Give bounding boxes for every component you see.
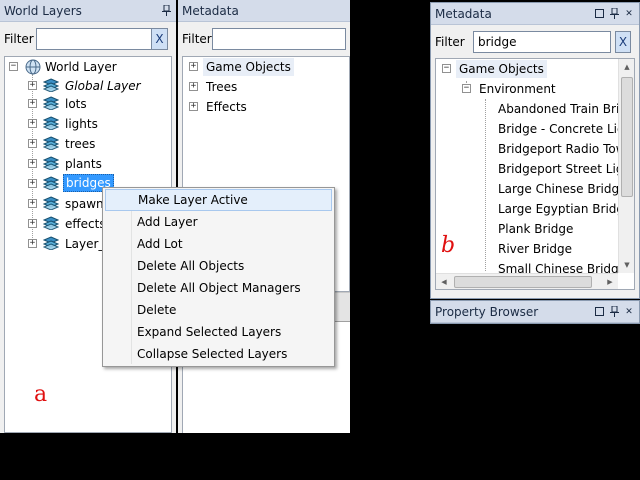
expand-icon[interactable]: + bbox=[28, 179, 37, 188]
expand-icon[interactable]: + bbox=[28, 99, 37, 108]
menu-item-delete-all-object-managers[interactable]: Delete All Object Managers bbox=[105, 277, 332, 299]
world-layers-clear-button[interactable]: X bbox=[152, 28, 168, 50]
metadata-right-title: Metadata bbox=[435, 6, 492, 21]
maximize-icon[interactable] bbox=[593, 8, 605, 20]
close-icon[interactable]: ✕ bbox=[623, 306, 635, 318]
tree-node-large-egyptian-bridge[interactable]: Large Egyptian Bridge bbox=[498, 200, 631, 218]
filter-label: Filter bbox=[4, 32, 34, 46]
horizontal-scrollbar[interactable]: ◀ ▶ bbox=[436, 273, 618, 289]
layers-icon bbox=[42, 96, 60, 111]
world-layers-filter-row: Filter X bbox=[0, 24, 176, 54]
scroll-hthumb[interactable] bbox=[454, 276, 592, 288]
tree-node-global-layer[interactable]: Global Layer bbox=[65, 77, 141, 95]
layers-icon bbox=[42, 136, 60, 151]
property-browser-titlebar: Property Browser ✕ bbox=[431, 301, 639, 323]
menu-item-add-layer[interactable]: Add Layer bbox=[105, 211, 332, 233]
tree-node-abandoned-train-bridge[interactable]: Abandoned Train Bridg bbox=[498, 100, 634, 118]
tree-node-environment[interactable]: Environment bbox=[479, 80, 556, 98]
pin-icon[interactable] bbox=[608, 306, 620, 318]
tree-node-game-objects[interactable]: Game Objects bbox=[456, 60, 547, 78]
annotation-a: a bbox=[34, 382, 48, 407]
metadata-right-filter-row: Filter X bbox=[431, 27, 639, 57]
expand-icon[interactable]: + bbox=[189, 82, 198, 91]
close-icon[interactable]: ✕ bbox=[623, 8, 635, 20]
menu-item-add-lot[interactable]: Add Lot bbox=[105, 233, 332, 255]
world-layers-title: World Layers bbox=[4, 3, 82, 18]
menu-item-delete-all-objects[interactable]: Delete All Objects bbox=[105, 255, 332, 277]
tree-node-bridge-concrete-light[interactable]: Bridge - Concrete Ligh bbox=[498, 120, 632, 138]
tree-node-bridgeport-street-light[interactable]: Bridgeport Street Light bbox=[498, 160, 634, 178]
filter-label: Filter bbox=[435, 35, 465, 49]
metadata-right-titlebar: Metadata ✕ bbox=[431, 3, 639, 25]
tree-guide-line bbox=[485, 99, 486, 271]
scroll-thumb[interactable] bbox=[621, 77, 633, 197]
world-layers-titlebar: World Layers bbox=[0, 0, 176, 22]
tree-node-bridgeport-radio-tower[interactable]: Bridgeport Radio Towe bbox=[498, 140, 633, 158]
layers-icon bbox=[42, 196, 60, 211]
vertical-scrollbar[interactable]: ▲ ▼ bbox=[618, 59, 634, 273]
collapse-icon[interactable]: − bbox=[442, 64, 451, 73]
tree-node-lights[interactable]: lights bbox=[65, 115, 98, 133]
layers-icon bbox=[42, 156, 60, 171]
menu-item-collapse-selected-layers[interactable]: Collapse Selected Layers bbox=[105, 343, 332, 365]
scroll-right-icon[interactable]: ▶ bbox=[602, 274, 618, 289]
layer-context-menu: Make Layer Active Add Layer Add Lot Dele… bbox=[102, 187, 335, 367]
metadata-right-panel: Metadata ✕ Filter X − Game Objects − Env… bbox=[430, 2, 640, 299]
expand-icon[interactable]: + bbox=[28, 159, 37, 168]
tree-node-trees[interactable]: trees bbox=[65, 135, 95, 153]
expand-icon[interactable]: + bbox=[189, 102, 198, 111]
maximize-icon[interactable] bbox=[593, 306, 605, 318]
layers-icon bbox=[42, 236, 60, 251]
metadata-left-titlebar: Metadata bbox=[178, 0, 350, 22]
globe-icon bbox=[25, 59, 41, 75]
expand-icon[interactable]: + bbox=[28, 219, 37, 228]
tree-node-lots[interactable]: lots bbox=[65, 95, 87, 113]
tree-node-river-bridge[interactable]: River Bridge bbox=[498, 240, 572, 258]
tree-node-plants[interactable]: plants bbox=[65, 155, 102, 173]
tree-node-trees[interactable]: Trees bbox=[206, 78, 237, 96]
property-browser-title: Property Browser bbox=[435, 304, 539, 319]
tree-node-world-layer[interactable]: World Layer bbox=[45, 58, 117, 76]
metadata-left-filter-input[interactable] bbox=[212, 28, 346, 50]
pin-icon[interactable] bbox=[608, 8, 620, 20]
metadata-right-tree: − Game Objects − Environment Abandoned T… bbox=[435, 58, 635, 290]
metadata-right-filter-input[interactable] bbox=[473, 31, 611, 53]
tree-node-large-chinese-bridge[interactable]: Large Chinese Bridge bbox=[498, 180, 626, 198]
tree-node-game-objects[interactable]: Game Objects bbox=[203, 58, 294, 76]
expand-icon[interactable]: + bbox=[28, 139, 37, 148]
expand-icon[interactable]: + bbox=[28, 81, 37, 90]
metadata-right-clear-button[interactable]: X bbox=[615, 31, 631, 53]
metadata-left-title: Metadata bbox=[182, 3, 239, 18]
layers-icon bbox=[42, 216, 60, 231]
scroll-down-icon[interactable]: ▼ bbox=[619, 257, 634, 273]
filter-label: Filter bbox=[182, 32, 212, 46]
property-browser-panel: Property Browser ✕ bbox=[430, 300, 640, 324]
tree-node-plank-bridge[interactable]: Plank Bridge bbox=[498, 220, 573, 238]
scroll-left-icon[interactable]: ◀ bbox=[436, 274, 452, 289]
expand-icon[interactable]: + bbox=[189, 62, 198, 71]
tree-node-effects[interactable]: effects bbox=[65, 215, 106, 233]
expand-icon[interactable]: + bbox=[28, 239, 37, 248]
collapse-icon[interactable]: − bbox=[9, 62, 18, 71]
menu-item-make-layer-active[interactable]: Make Layer Active bbox=[105, 189, 332, 211]
menu-item-delete[interactable]: Delete bbox=[105, 299, 332, 321]
annotation-b: b bbox=[441, 233, 456, 258]
metadata-left-filter-row: Filter bbox=[178, 24, 350, 54]
menu-item-expand-selected-layers[interactable]: Expand Selected Layers bbox=[105, 321, 332, 343]
layers-icon bbox=[42, 176, 60, 191]
world-layers-filter-input[interactable] bbox=[36, 28, 152, 50]
tree-node-effects[interactable]: Effects bbox=[206, 98, 247, 116]
pin-icon[interactable] bbox=[160, 5, 172, 17]
layers-icon bbox=[42, 78, 60, 93]
layers-icon bbox=[42, 116, 60, 131]
expand-icon[interactable]: + bbox=[28, 119, 37, 128]
expand-icon[interactable]: + bbox=[28, 199, 37, 208]
scroll-up-icon[interactable]: ▲ bbox=[619, 59, 634, 75]
collapse-icon[interactable]: − bbox=[462, 84, 471, 93]
